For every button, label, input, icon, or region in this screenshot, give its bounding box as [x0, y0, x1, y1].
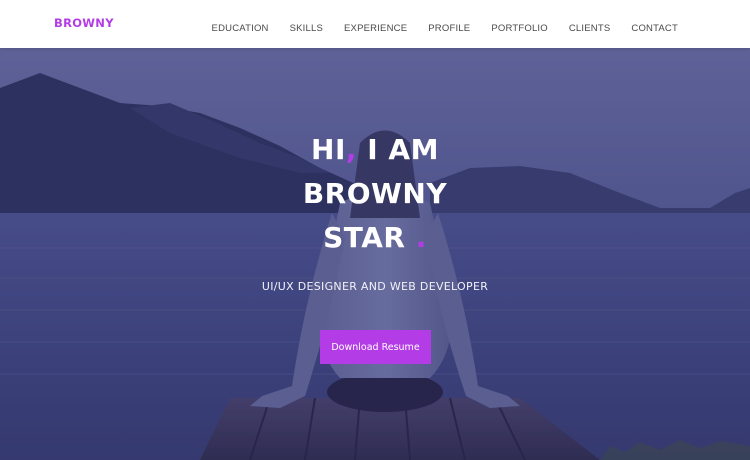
hero-title: HI, I AM BROWNY STAR . — [0, 128, 750, 260]
hero-title-line-1: HI, I AM — [0, 128, 750, 172]
hero-name-last: STAR — [323, 221, 406, 254]
nav-link-experience[interactable]: EXPERIENCE — [344, 23, 407, 34]
hero-title-line-3: STAR . — [0, 216, 750, 260]
hero-dot: . — [415, 221, 427, 254]
nav-link-clients[interactable]: CLIENTS — [569, 23, 611, 34]
nav-link-contact[interactable]: CONTACT — [631, 23, 678, 34]
nav-link-portfolio[interactable]: PORTFOLIO — [491, 23, 548, 34]
nav-item-skills: SKILLS — [290, 18, 323, 36]
hero-comma: , — [345, 133, 358, 166]
hero-name-first: BROWNY — [302, 177, 448, 210]
nav-item-clients: CLIENTS — [569, 18, 611, 36]
nav-link-skills[interactable]: SKILLS — [290, 23, 323, 34]
top-navbar: BROWNY EDUCATION SKILLS EXPERIENCE PROFI… — [0, 0, 750, 48]
hero-intro: I AM — [357, 133, 439, 166]
nav-item-profile: PROFILE — [428, 18, 470, 36]
main-nav: EDUCATION SKILLS EXPERIENCE PROFILE PORT… — [212, 18, 678, 36]
nav-item-contact: CONTACT — [631, 18, 678, 36]
hero-greeting: HI — [311, 133, 346, 166]
nav-item-education: EDUCATION — [212, 18, 269, 36]
nav-link-profile[interactable]: PROFILE — [428, 23, 470, 34]
nav-item-portfolio: PORTFOLIO — [491, 18, 548, 36]
nav-item-experience: EXPERIENCE — [344, 18, 407, 36]
download-resume-button[interactable]: Download Resume — [320, 330, 431, 364]
brand-logo[interactable]: BROWNY — [54, 16, 114, 30]
hero-subtitle: UI/UX DESIGNER AND WEB DEVELOPER — [261, 280, 489, 293]
hero-section: HI, I AM BROWNY STAR . UI/UX DESIGNER AN… — [0, 48, 750, 460]
nav-link-education[interactable]: EDUCATION — [212, 23, 269, 34]
